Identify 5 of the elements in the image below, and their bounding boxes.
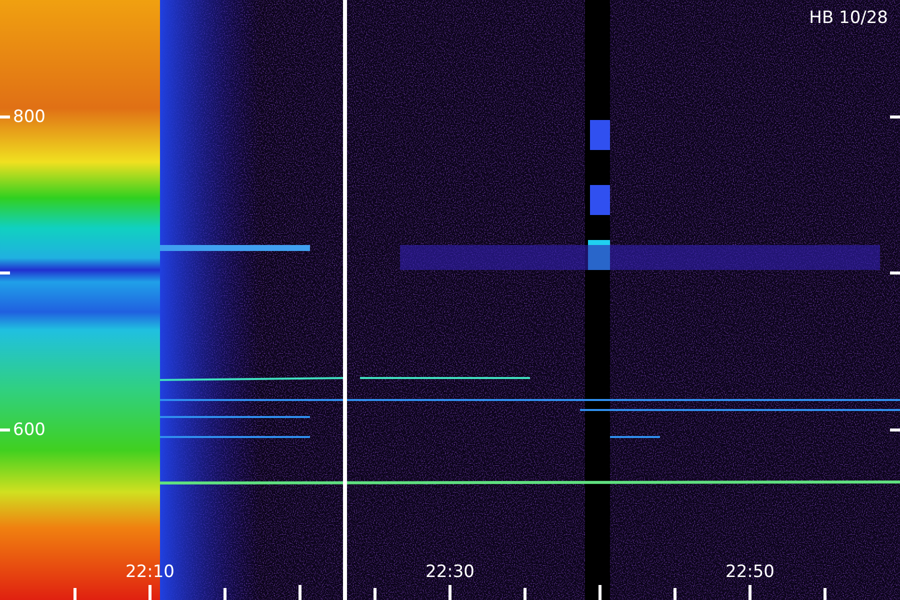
y-axis-label: 600	[13, 420, 46, 440]
x-axis-label: 22:30	[426, 562, 474, 582]
plot-title: HB 10/28	[809, 8, 888, 28]
x-axis-label: 22:50	[726, 562, 774, 582]
y-axis-label: 800	[13, 107, 46, 127]
